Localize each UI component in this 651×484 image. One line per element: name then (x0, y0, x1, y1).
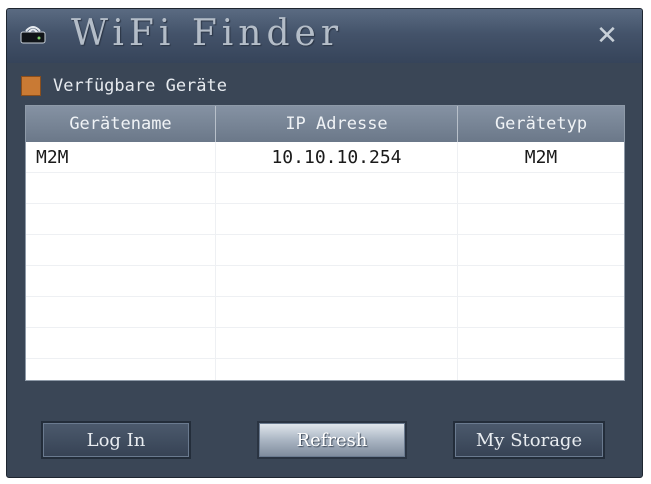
cell-device-type (458, 173, 624, 203)
cell-device-type (458, 204, 624, 234)
cell-device-type (458, 328, 624, 358)
table-row[interactable]: M2M 10.10.10.254 M2M (26, 142, 624, 173)
cell-device-name (26, 204, 216, 234)
cell-ip-address (216, 297, 458, 327)
cell-device-type (458, 359, 624, 380)
my-storage-button[interactable]: My Storage (453, 421, 605, 459)
cell-device-type: M2M (524, 146, 558, 168)
cell-device-name (26, 297, 216, 327)
cell-device-name: M2M (26, 142, 216, 172)
table-row[interactable] (26, 235, 624, 266)
refresh-button[interactable]: Refresh (257, 421, 407, 459)
orange-square-icon (21, 76, 41, 96)
cell-device-type (458, 266, 624, 296)
cell-ip-address (216, 173, 458, 203)
table-body: M2M 10.10.10.254 M2M (26, 142, 624, 380)
table-row[interactable] (26, 297, 624, 328)
section-label: Verfügbare Geräte (53, 76, 227, 96)
cell-device-name (26, 173, 216, 203)
column-header-device-type[interactable]: Gerätetyp (458, 106, 624, 142)
cell-device-name (26, 328, 216, 358)
cell-ip-address (216, 328, 458, 358)
cell-ip-address (216, 235, 458, 265)
cell-device-name (26, 235, 216, 265)
router-icon (20, 26, 46, 44)
cell-ip-address (216, 266, 458, 296)
table-row[interactable] (26, 204, 624, 235)
cell-ip-address (216, 204, 458, 234)
column-header-device-name[interactable]: Gerätename (26, 106, 216, 142)
cell-device-type (458, 235, 624, 265)
window-title: WiFi Finder (71, 13, 344, 54)
table-row[interactable] (26, 359, 624, 380)
column-header-ip-address[interactable]: IP Adresse (216, 106, 458, 142)
table-row[interactable] (26, 328, 624, 359)
cell-ip-address: 10.10.10.254 (216, 142, 458, 172)
table-header: Gerätename IP Adresse Gerätetyp (26, 106, 624, 142)
cell-device-name (26, 266, 216, 296)
close-icon[interactable]: ✕ (592, 21, 622, 51)
section-header: Verfügbare Geräte (21, 73, 227, 99)
cell-device-type (458, 297, 624, 327)
table-row[interactable] (26, 173, 624, 204)
cell-ip-address (216, 359, 458, 380)
device-table: Gerätename IP Adresse Gerätetyp M2M 10.1… (25, 105, 625, 381)
cell-device-name (26, 359, 216, 380)
wifi-finder-window: WiFi Finder ✕ Verfügbare Geräte Gerätena… (6, 8, 643, 478)
table-row[interactable] (26, 266, 624, 297)
login-button[interactable]: Log In (41, 421, 191, 459)
title-bar[interactable]: WiFi Finder ✕ (7, 9, 642, 63)
